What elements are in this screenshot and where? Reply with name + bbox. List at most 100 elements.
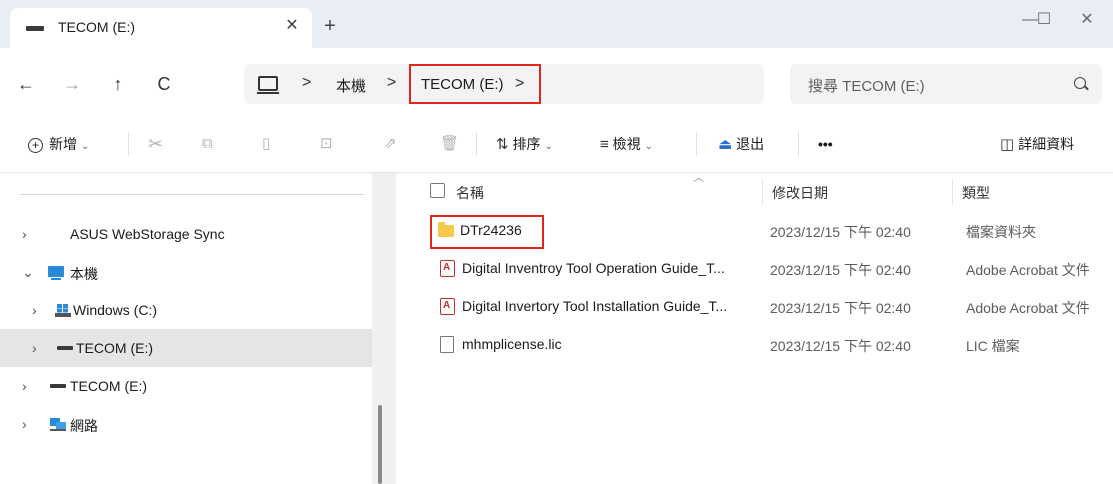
more-options-button[interactable]: ••• — [818, 133, 833, 155]
column-divider[interactable] — [762, 179, 763, 205]
sidebar-item-windows-c[interactable]: › Windows (C:) — [0, 291, 372, 329]
sidebar-item-asus[interactable]: › ASUS WebStorage Sync — [0, 215, 372, 253]
details-pane-icon: ◫ — [1000, 136, 1015, 154]
address-bar[interactable]: > 本機 > TECOM (E:) > — [244, 64, 764, 104]
toolbar-divider — [696, 132, 697, 156]
view-label: 檢視 — [612, 136, 641, 152]
sidebar-item-label: 網路 — [70, 418, 98, 434]
file-row-pdf[interactable]: Digital Inventroy Tool Operation Guide_T… — [396, 251, 1113, 287]
breadcrumb-this-pc[interactable]: 本機 — [336, 75, 366, 96]
toolbar-divider — [476, 132, 477, 156]
up-button[interactable]: ↑ — [104, 70, 132, 98]
back-button[interactable]: ← — [12, 70, 40, 98]
sidebar-item-label: 本機 — [70, 266, 98, 282]
tab-close-icon[interactable]: ✕ — [280, 14, 304, 38]
delete-icon[interactable]: 🗑 — [440, 133, 459, 155]
file-modified: 2023/12/15 下午 02:40 — [770, 300, 911, 316]
sidebar-divider — [20, 194, 364, 195]
view-icon: ≡ — [600, 136, 609, 154]
folder-icon — [438, 222, 454, 237]
chevron-right-icon[interactable]: › — [32, 302, 37, 318]
new-button[interactable]: + 新增 ⌄ — [28, 133, 89, 155]
cut-icon[interactable]: ✂ — [148, 133, 163, 155]
file-icon — [440, 336, 454, 353]
rename-icon[interactable]: ⊡ — [320, 133, 333, 155]
chevron-right-icon[interactable]: › — [22, 378, 27, 394]
column-header-modified[interactable]: 修改日期 — [772, 183, 828, 203]
file-name: mhmplicense.lic — [462, 336, 562, 352]
search-icon[interactable] — [1074, 77, 1086, 89]
scrollbar-thumb[interactable] — [378, 405, 382, 484]
computer-icon — [48, 266, 64, 280]
sidebar-item-tecom[interactable]: › TECOM (E:) — [0, 367, 372, 405]
column-divider[interactable] — [952, 179, 953, 205]
new-label: 新增 — [49, 136, 77, 152]
network-icon — [50, 418, 66, 431]
chevron-right-icon[interactable]: › — [22, 416, 27, 432]
file-modified: 2023/12/15 下午 02:40 — [770, 224, 911, 240]
sidebar-item-tecom-selected[interactable]: › TECOM (E:) — [0, 329, 372, 367]
share-icon[interactable]: ⇗ — [384, 133, 397, 155]
breadcrumb-tecom[interactable]: TECOM (E:) — [421, 76, 504, 93]
view-button[interactable]: ≡ 檢視 ⌄ — [600, 133, 653, 155]
drive-icon — [26, 26, 44, 31]
chevron-down-icon: ⌄ — [544, 141, 553, 152]
file-type: 檔案資料夾 — [966, 224, 1036, 240]
eject-label: 退出 — [736, 136, 765, 152]
file-name: Digital Inventroy Tool Operation Guide_T… — [462, 260, 725, 276]
breadcrumb-chevron-icon[interactable]: > — [387, 74, 396, 92]
copy-icon[interactable]: ⧉ — [202, 133, 213, 155]
close-window-button[interactable]: ✕ — [1067, 6, 1107, 34]
file-row-pdf[interactable]: Digital Invertory Tool Installation Guid… — [396, 289, 1113, 325]
new-tab-button[interactable]: + — [318, 14, 342, 38]
navigation-bar: ← → ↑ C > 本機 > TECOM (E:) > 搜尋 TECOM (E:… — [0, 48, 1113, 116]
tab-tecom[interactable]: TECOM (E:) ✕ — [10, 8, 312, 48]
sort-caret-icon: ︿ — [693, 172, 704, 184]
toolbar-divider — [128, 132, 129, 156]
navigation-pane: › ASUS WebStorage Sync ⌄ 本機 › Windows (C… — [0, 173, 396, 484]
file-row-folder[interactable]: DTr24236 2023/12/15 下午 02:40 檔案資料夾 — [396, 213, 1113, 249]
file-name: Digital Invertory Tool Installation Guid… — [462, 298, 728, 314]
details-pane-button[interactable]: ◫ 詳細資料 — [1000, 133, 1074, 155]
drive-icon — [57, 346, 73, 350]
file-type: Adobe Acrobat 文件 — [966, 300, 1090, 316]
sidebar-item-network[interactable]: › 網路 — [0, 405, 372, 443]
sort-label: 排序 — [512, 136, 541, 152]
sidebar-item-this-pc[interactable]: ⌄ 本機 — [0, 253, 372, 291]
search-input[interactable]: 搜尋 TECOM (E:) — [808, 75, 925, 96]
sort-button[interactable]: ⇅ 排序 ⌄ — [496, 133, 553, 155]
maximize-button[interactable]: ☐ — [1024, 6, 1064, 34]
file-row-lic[interactable]: mhmplicense.lic 2023/12/15 下午 02:40 LIC … — [396, 327, 1113, 363]
pdf-icon — [440, 260, 455, 277]
file-modified: 2023/12/15 下午 02:40 — [770, 338, 911, 354]
drive-icon — [50, 384, 66, 388]
select-all-checkbox[interactable] — [430, 183, 445, 198]
computer-icon[interactable] — [257, 76, 279, 94]
title-bar: TECOM (E:) ✕ + — ☐ ✕ — [0, 0, 1113, 48]
sidebar-scrollbar[interactable] — [372, 173, 396, 484]
plus-circle-icon: + — [28, 137, 43, 153]
chevron-down-icon[interactable]: ⌄ — [22, 264, 34, 281]
paste-icon[interactable]: ▯ — [262, 133, 270, 155]
toolbar-divider — [798, 132, 799, 156]
chevron-right-icon[interactable]: › — [22, 226, 27, 242]
sidebar-item-label: ASUS WebStorage Sync — [70, 226, 225, 242]
column-header-type[interactable]: 類型 — [962, 183, 990, 203]
forward-button[interactable]: → — [58, 70, 86, 98]
search-box[interactable]: 搜尋 TECOM (E:) — [790, 64, 1102, 104]
sidebar-item-label: Windows (C:) — [73, 302, 158, 318]
breadcrumb-chevron-icon[interactable]: > — [515, 75, 524, 93]
chevron-down-icon: ⌄ — [644, 141, 654, 152]
breadcrumb-current-highlight: TECOM (E:) > — [409, 64, 541, 104]
eject-button[interactable]: ⏏ 退出 — [718, 133, 764, 155]
chevron-right-icon[interactable]: › — [32, 340, 37, 356]
sidebar-item-label: TECOM (E:) — [70, 378, 147, 394]
breadcrumb-chevron-icon[interactable]: > — [302, 74, 311, 92]
refresh-button[interactable]: C — [150, 70, 178, 98]
sidebar-item-label: TECOM (E:) — [76, 340, 153, 356]
file-list: ︿ 名稱 修改日期 類型 DTr24236 2023/12/15 下午 02:4… — [396, 172, 1113, 484]
sort-icon: ⇅ — [496, 136, 509, 154]
column-header-name[interactable]: 名稱 — [456, 183, 484, 203]
pdf-icon — [440, 298, 455, 315]
eject-icon: ⏏ — [718, 136, 733, 154]
